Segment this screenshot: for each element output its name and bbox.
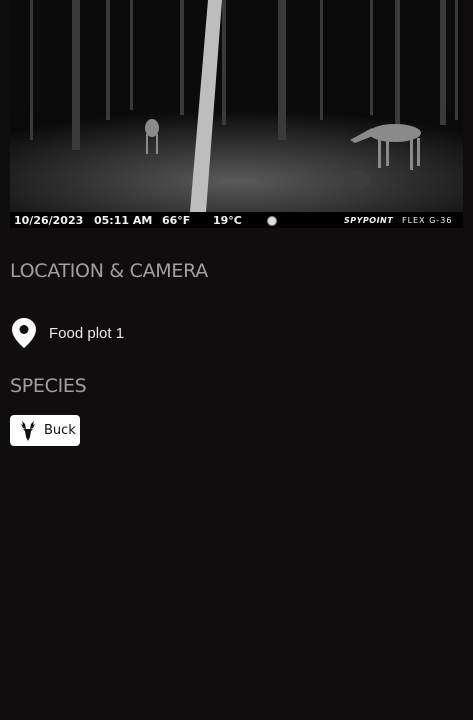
photo-time: 05:11 AM	[94, 214, 153, 227]
photo-temp-c: 19°C	[213, 214, 242, 227]
map-pin-icon	[12, 318, 36, 348]
photo-scene	[10, 0, 463, 212]
location-name: Food plot 1	[49, 324, 125, 342]
location-row[interactable]: Food plot 1	[12, 318, 124, 348]
photo-temp-f: 66°F	[162, 214, 191, 227]
deer-head-icon	[21, 420, 35, 441]
camera-model: FLEX G-36	[402, 216, 453, 225]
species-section-title: SPECIES	[10, 375, 87, 397]
trail-camera-photo[interactable]: 10/26/2023 05:11 AM 66°F 19°C SPYPOINT F…	[10, 0, 463, 228]
photo-date: 10/26/2023	[14, 214, 84, 227]
species-chip-label: Buck	[44, 423, 76, 438]
photo-info-stamp: 10/26/2023 05:11 AM 66°F 19°C SPYPOINT F…	[10, 212, 463, 228]
location-section-title: LOCATION & CAMERA	[10, 260, 208, 282]
species-chip-buck[interactable]: Buck	[10, 415, 80, 446]
camera-brand: SPYPOINT	[344, 216, 394, 225]
moon-phase-icon	[267, 216, 277, 226]
